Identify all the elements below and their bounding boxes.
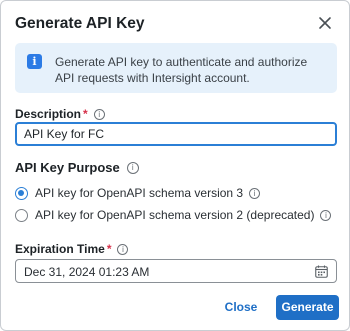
info-banner: i Generate API key to authenticate and a… xyxy=(15,43,337,93)
description-label-text: Description xyxy=(15,107,82,121)
description-label: Description * i xyxy=(15,107,105,121)
radio-button-selected[interactable] xyxy=(15,186,28,200)
required-marker: * xyxy=(83,107,88,121)
help-icon[interactable]: i xyxy=(249,187,261,199)
expiration-time-label-text: Expiration Time xyxy=(15,242,105,256)
expiration-time-value: Dec 31, 2024 01:23 AM xyxy=(24,265,150,279)
help-icon[interactable]: i xyxy=(320,209,332,221)
close-icon[interactable] xyxy=(315,13,335,33)
close-button[interactable]: Close xyxy=(220,296,262,318)
help-icon[interactable]: i xyxy=(93,108,105,120)
generate-button[interactable]: Generate xyxy=(276,295,339,320)
generate-api-key-dialog: Generate API Key i Generate API key to a… xyxy=(0,0,350,331)
info-icon: i xyxy=(27,54,42,69)
api-key-purpose-title: API Key Purpose xyxy=(15,160,120,175)
help-icon[interactable]: i xyxy=(117,243,129,255)
info-banner-text: Generate API key to authenticate and aut… xyxy=(55,55,308,85)
calendar-icon[interactable] xyxy=(315,265,328,278)
radio-option-label: API key for OpenAPI schema version 2 (de… xyxy=(35,208,315,222)
help-icon[interactable]: i xyxy=(126,161,139,174)
api-key-purpose-heading: API Key Purpose i xyxy=(15,160,139,175)
expiration-time-label: Expiration Time * i xyxy=(15,242,129,256)
radio-button[interactable] xyxy=(15,208,28,222)
required-marker: * xyxy=(106,242,112,256)
radio-option-label: API key for OpenAPI schema version 3 xyxy=(35,186,244,200)
radio-option-openapi-v2[interactable]: API key for OpenAPI schema version 2 (de… xyxy=(15,208,332,222)
dialog-title: Generate API Key xyxy=(15,15,145,32)
description-input[interactable] xyxy=(15,122,337,146)
expiration-time-input[interactable]: Dec 31, 2024 01:23 AM xyxy=(15,259,337,283)
radio-option-openapi-v3[interactable]: API key for OpenAPI schema version 3 i xyxy=(15,186,261,200)
